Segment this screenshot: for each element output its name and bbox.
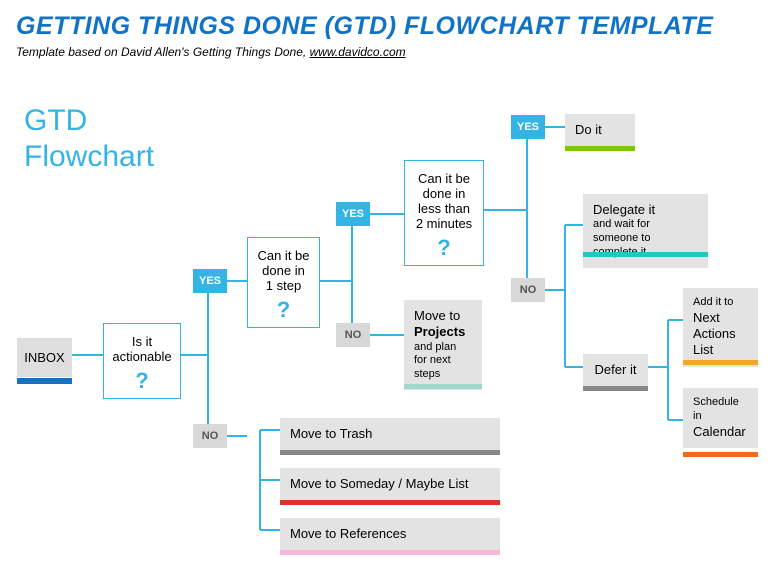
decision-onestep-l2: done in xyxy=(262,263,305,278)
source-link[interactable]: www.davidco.com xyxy=(310,45,406,59)
calendar-underline xyxy=(683,452,758,457)
yes-badge: YES xyxy=(511,115,545,139)
action-delegate-l1: Delegate it xyxy=(593,202,655,217)
action-projects-l3: and plan for next steps xyxy=(414,341,472,382)
question-mark-icon: ? xyxy=(256,297,311,323)
decision-twomin-l3: less than xyxy=(418,201,470,216)
action-projects-l1: Move to xyxy=(414,308,460,323)
action-projects: Move to Projects and plan for next steps xyxy=(404,300,482,390)
action-defer: Defer it xyxy=(583,354,648,386)
yes-badge: YES xyxy=(336,202,370,226)
yes-badge: YES xyxy=(193,269,227,293)
chart-title-line1: GTD xyxy=(24,104,87,137)
nextactions-underline xyxy=(683,360,758,365)
decision-twomin: Can it be done in less than 2 minutes ? xyxy=(404,160,484,266)
page-title: GETTING THINGS DONE (GTD) FLOWCHART TEMP… xyxy=(0,0,775,45)
trash-underline xyxy=(280,450,500,455)
action-references: Move to References xyxy=(280,518,500,550)
decision-twomin-l1: Can it be xyxy=(418,171,470,186)
action-nextactions: Add it to Next Actions List xyxy=(683,288,758,367)
decision-onestep: Can it be done in 1 step ? xyxy=(247,237,320,328)
action-calendar-l2: Calendar xyxy=(693,424,746,439)
projects-underline xyxy=(404,384,482,389)
question-mark-icon: ? xyxy=(413,235,475,261)
someday-underline xyxy=(280,500,500,505)
action-nextactions-l2: Next Actions List xyxy=(693,310,736,358)
question-mark-icon: ? xyxy=(112,368,172,394)
action-someday: Move to Someday / Maybe List xyxy=(280,468,500,500)
subtitle: Template based on David Allen's Getting … xyxy=(0,45,775,59)
delegate-underline xyxy=(583,252,708,257)
decision-twomin-l4: 2 minutes xyxy=(416,216,472,231)
chart-title-line2: Flowchart xyxy=(24,140,154,173)
inbox-underline xyxy=(17,378,72,384)
references-underline xyxy=(280,550,500,555)
action-calendar: Schedule in Calendar xyxy=(683,388,758,448)
action-trash: Move to Trash xyxy=(280,418,500,450)
no-badge: NO xyxy=(193,424,227,448)
no-badge: NO xyxy=(336,323,370,347)
decision-onestep-l3: 1 step xyxy=(266,278,301,293)
subtitle-text: Template based on David Allen's Getting … xyxy=(16,45,310,59)
decision-actionable: Is it actionable ? xyxy=(103,323,181,399)
defer-underline xyxy=(583,386,648,391)
action-nextactions-l1: Add it to xyxy=(693,296,748,310)
action-doit: Do it xyxy=(565,114,635,146)
decision-actionable-text: Is it actionable xyxy=(112,334,171,364)
action-projects-l2: Projects xyxy=(414,324,465,339)
decision-onestep-l1: Can it be xyxy=(257,248,309,263)
no-badge: NO xyxy=(511,278,545,302)
doit-underline xyxy=(565,146,635,151)
action-calendar-l1: Schedule in xyxy=(693,396,748,424)
inbox-node: INBOX xyxy=(17,338,72,377)
decision-twomin-l2: done in xyxy=(423,186,466,201)
chart-title: GTD Flowchart xyxy=(24,103,154,175)
